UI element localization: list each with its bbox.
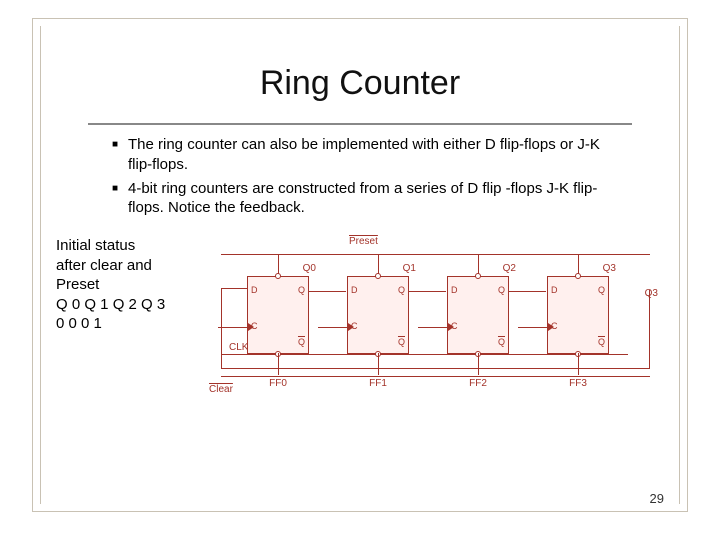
q-pin-label: Q [298,285,305,295]
bubble-icon [375,351,381,357]
bullet-text: 4-bit ring counters are constructed from… [128,179,608,219]
bullet-icon: ■ [112,135,128,175]
c-pin-label: C [451,321,458,331]
ff-name: FF3 [569,378,587,389]
clear-line [221,376,650,377]
title-rule [88,123,632,125]
ring-counter-diagram: Preset CLK Clear Q3 D Q Q C Q0 [207,236,668,426]
ff-name: FF1 [369,378,387,389]
c-pin-label: C [551,321,558,331]
q-pin-label: Q [498,285,505,295]
d-pin-label: D [351,285,358,295]
page-number: 29 [650,491,664,506]
bubble-icon [275,351,281,357]
q-wire [308,291,346,292]
status-line: Initial status [56,236,207,256]
status-header: Q 0 Q 1 Q 2 Q 3 [56,295,207,315]
status-values: 0 0 0 1 [56,314,207,334]
bullet-text: The ring counter can also be implemented… [128,135,608,175]
feedback-wire [649,290,650,368]
bullet-list: ■ The ring counter can also be implement… [112,135,608,218]
bubble-icon [575,273,581,279]
preset-label: Preset [349,236,378,247]
feedback-wire [221,288,222,368]
preset-line [221,254,650,255]
c-pin-label: C [251,321,258,331]
output-label: Q1 [403,263,416,274]
q-wire [408,291,446,292]
q-pin-label: Q [598,285,605,295]
output-label: Q3 [603,263,616,274]
slide-title: Ring Counter [52,64,668,103]
ff-name: FF0 [269,378,287,389]
q-pin-label: Q [398,285,405,295]
slide-border-inner-left [40,26,41,504]
ff-name: FF2 [469,378,487,389]
bullet-icon: ■ [112,179,128,219]
status-line: after clear and [56,256,207,276]
bullet-item: ■ The ring counter can also be implement… [112,135,608,175]
qbar-pin-label: Q [598,337,605,347]
output-label: Q0 [303,263,316,274]
flipflop-ff2: D Q Q C Q2 FF2 [447,276,509,354]
bubble-icon [575,351,581,357]
d-pin-label: D [251,285,258,295]
clear-label: Clear [209,384,233,395]
flipflop-ff3: D Q Q C Q3 FF3 [547,276,609,354]
bullet-item: ■ 4-bit ring counters are constructed fr… [112,179,608,219]
status-line: Preset [56,275,207,295]
clk-wire [518,327,548,328]
slide-border-inner-right [679,26,680,504]
bubble-icon [275,273,281,279]
flipflop-ff1: D Q Q C Q1 FF1 [347,276,409,354]
flipflop-ff0: D Q Q C Q0 FF0 [247,276,309,354]
output-label: Q2 [503,263,516,274]
clk-wire [318,327,348,328]
clk-label: CLK [229,342,248,353]
slide-content: Ring Counter ■ The ring counter can also… [52,18,668,512]
feedback-wire [221,368,650,369]
qbar-pin-label: Q [398,337,405,347]
qbar-pin-label: Q [298,337,305,347]
clk-line [221,354,628,355]
output-q3-label: Q3 [645,288,658,299]
q-wire [508,291,546,292]
clk-wire [218,327,248,328]
bubble-icon [475,273,481,279]
feedback-wire [221,288,247,289]
bubble-icon [475,351,481,357]
bubble-icon [375,273,381,279]
d-pin-label: D [551,285,558,295]
qbar-pin-label: Q [498,337,505,347]
flipflop-row: D Q Q C Q0 FF0 D Q Q C [247,276,609,354]
initial-status-block: Initial status after clear and Preset Q … [52,236,207,426]
c-pin-label: C [351,321,358,331]
clk-wire [418,327,448,328]
d-pin-label: D [451,285,458,295]
